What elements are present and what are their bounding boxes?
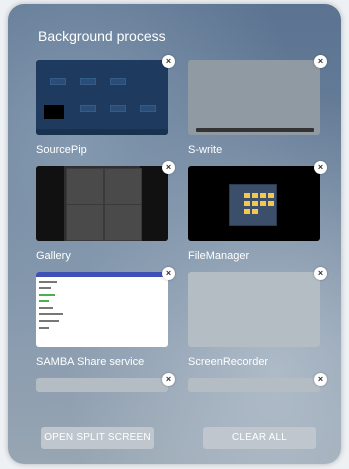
app-label-gallery: Gallery (36, 250, 71, 262)
thumbnail-cell (50, 78, 66, 85)
app-card-screenrecorder[interactable] (188, 272, 320, 347)
thumbnail-line (39, 313, 63, 315)
thumbnail-cell (110, 105, 126, 112)
folder-icon (244, 201, 250, 206)
close-icon[interactable]: × (314, 373, 327, 386)
app-label-screenrecorder: ScreenRecorder (188, 356, 269, 368)
thumbnail-side (36, 166, 64, 241)
folder-icon (268, 201, 274, 206)
close-icon[interactable]: × (162, 373, 175, 386)
app-label-filemanager: FileManager (188, 250, 250, 262)
app-card-filemanager[interactable] (188, 166, 320, 241)
folder-icon (244, 209, 250, 214)
thumbnail-photo (66, 204, 104, 241)
app-card-partial[interactable] (36, 378, 168, 392)
folder-icon (260, 201, 266, 206)
folder-icon (244, 193, 250, 198)
thumbnail-bar (36, 129, 168, 135)
app-card-s-write[interactable] (188, 60, 320, 135)
thumbnail-cell (110, 78, 126, 85)
clear-all-button[interactable]: CLEAR ALL (203, 427, 316, 449)
thumbnail-cell (80, 78, 96, 85)
thumbnail-line (39, 320, 59, 322)
app-card-sourcepip[interactable] (36, 60, 168, 135)
app-card-gallery[interactable] (36, 166, 168, 241)
thumbnail-side (140, 166, 168, 241)
panel-title: Background process (38, 28, 166, 44)
thumbnail-video (44, 105, 64, 119)
folder-icon (260, 193, 266, 198)
folder-icon (252, 201, 258, 206)
thumbnail-line (39, 327, 49, 329)
thumbnail-window (229, 184, 277, 226)
open-split-screen-button[interactable]: OPEN SPLIT SCREEN (41, 427, 154, 449)
thumbnail-line (39, 294, 55, 296)
folder-icon (252, 193, 258, 198)
thumbnail-cell (140, 105, 156, 112)
thumbnail-line (39, 307, 53, 309)
close-icon[interactable]: × (314, 161, 327, 174)
thumbnail-toolbar (196, 128, 314, 132)
close-icon[interactable]: × (162, 267, 175, 280)
thumbnail-photo (104, 168, 142, 205)
app-label-sourcepip: SourcePip (36, 144, 87, 156)
thumbnail-line (39, 287, 51, 289)
app-card-partial[interactable] (188, 378, 320, 392)
thumbnail-line (39, 300, 49, 302)
thumbnail-header (36, 272, 168, 277)
background-process-panel: Background process × SourcePip × S-write… (8, 4, 341, 464)
close-icon[interactable]: × (162, 55, 175, 68)
close-icon[interactable]: × (162, 161, 175, 174)
app-label-s-write: S-write (188, 144, 223, 156)
thumbnail-line (39, 281, 57, 283)
thumbnail-photo (104, 204, 142, 241)
app-card-samba-share[interactable] (36, 272, 168, 347)
folder-icon (252, 209, 258, 214)
close-icon[interactable]: × (314, 267, 327, 280)
close-icon[interactable]: × (314, 55, 327, 68)
folder-icon (268, 193, 274, 198)
app-label-samba-share: SAMBA Share service (36, 356, 145, 368)
thumbnail-cell (80, 105, 96, 112)
thumbnail-photo (66, 168, 104, 205)
